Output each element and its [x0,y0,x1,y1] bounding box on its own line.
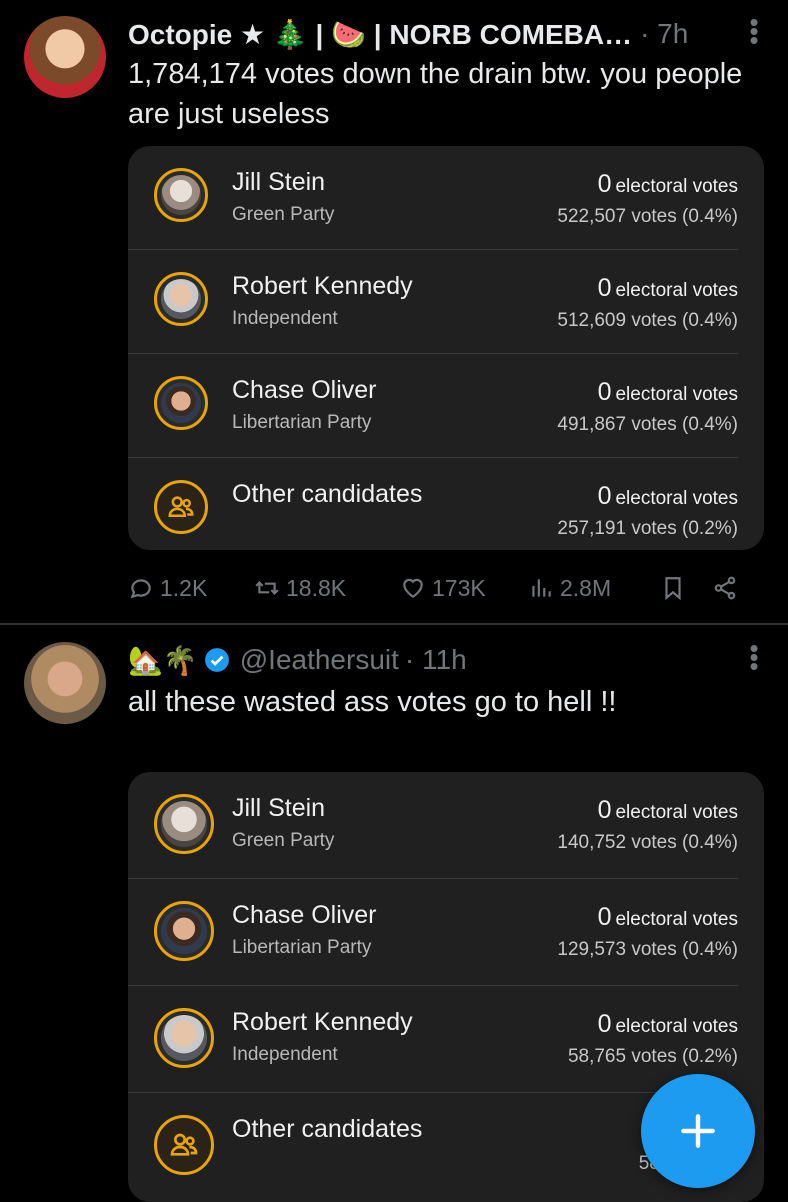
candidate-row: Jill Stein Green Party 0 electoral votes … [128,772,738,879]
candidate-name: Other candidates [232,1115,423,1143]
repost-icon [255,581,279,595]
candidate-name: Jill Stein [232,168,326,196]
electoral-votes: 0 electoral votes [597,170,738,198]
popular-votes: 522,507 votes (0.4%) [557,206,738,227]
reply-icon [130,579,151,599]
repost-count: 18.8K [286,574,347,601]
candidate-name: Jill Stein [232,794,326,822]
robert-kennedy-photo-icon [154,1008,214,1068]
compose-button[interactable] [641,1074,755,1188]
people-icon [154,480,208,534]
popular-votes: 491,867 votes (0.4%) [557,414,738,435]
candidate-row: Chase Oliver Libertarian Party 0 electora… [128,354,738,458]
candidate-name: Robert Kennedy [232,272,413,300]
bookmark-icon [665,577,681,601]
popular-votes: 58,765 votes (0.2%) [567,1046,738,1067]
tweet-time[interactable]: · 7h [640,18,688,50]
electoral-votes: 0 electoral votes [597,1010,738,1038]
jill-stein-photo-icon [154,168,208,222]
popular-votes: 512,609 votes (0.4%) [557,310,738,331]
views-icon [532,579,551,597]
author-avatar[interactable] [24,642,106,724]
tweet-divider [0,623,788,625]
repost-button[interactable]: 18.8K [254,575,400,602]
tweet-header: Octopie ★ 🎄 | 🍉 | NORB COMEBA… · 7h [128,14,688,54]
election-results-card[interactable]: Jill Stein Green Party 0 electoral votes … [128,146,764,550]
views-count: 2.8M [560,574,612,601]
author-name[interactable]: Octopie ★ 🎄 | 🍉 | NORB COMEBA… [128,18,632,51]
author-name[interactable]: 🏡🌴 [128,644,198,677]
tweet-text: all these wasted ass votes go to hell !! [128,686,617,718]
verified-badge-icon [204,648,229,672]
candidate-party: Independent [232,1044,338,1065]
popular-votes: 257,191 votes (0.2%) [557,518,738,539]
plus-icon [681,1114,715,1148]
candidate-party: Libertarian Party [232,937,372,958]
electoral-votes: 0 electoral votes [597,274,738,302]
popular-votes: 140,752 votes (0.4%) [557,832,738,853]
views-button[interactable]: 2.8M [528,575,660,602]
candidate-party: Independent [232,308,338,329]
more-options-icon[interactable]: • • • [748,635,758,679]
tweet-text: 1,784,174 votes down the drain btw. you … [128,58,743,130]
popular-votes: 129,573 votes (0.4%) [557,939,738,960]
jill-stein-photo-icon [154,794,214,854]
like-count: 173K [432,574,486,601]
reply-count: 1.2K [160,574,208,601]
electoral-votes: 0 electoral votes [597,903,738,931]
candidate-party: Green Party [232,830,335,851]
candidate-row: Chase Oliver Libertarian Party 0 electora… [128,879,738,986]
electoral-votes: 0 electoral votes [597,796,738,824]
robert-kennedy-photo-icon [154,272,208,326]
author-avatar[interactable] [24,16,106,98]
tweet-header: 🏡🌴 @Ieathersuit · 11h [128,640,467,680]
candidate-row: Robert Kennedy Independent 0 electoral vo… [128,250,738,354]
reply-button[interactable]: 1.2K [128,575,254,602]
author-handle[interactable]: @Ieathersuit [240,644,399,676]
candidate-party: Libertarian Party [232,412,372,433]
candidate-row: Robert Kennedy Independent 0 electoral vo… [128,986,738,1093]
tweet-actions: 1.2K 18.8K 173K 2.8M [128,568,758,608]
candidate-row: Other candidates 0 electoral votes 257,19… [128,458,738,550]
electoral-votes: 0 electoral votes [597,482,738,510]
share-button[interactable] [712,575,738,601]
people-icon [154,1115,214,1175]
chase-oliver-photo-icon [154,376,208,430]
tweet-time[interactable]: · 11h [405,644,467,676]
candidate-row: Jill Stein Green Party 0 electoral votes … [128,146,738,250]
bookmark-button[interactable] [660,575,712,601]
candidate-name: Other candidates [232,480,423,508]
tweet[interactable]: Octopie ★ 🎄 | 🍉 | NORB COMEBA… · 7h • • • … [0,0,788,624]
candidate-name: Robert Kennedy [232,1008,413,1036]
electoral-votes: 0 electoral votes [597,378,738,406]
like-button[interactable]: 173K [400,575,528,602]
heart-icon [403,578,423,598]
candidate-party: Green Party [232,204,335,225]
candidate-name: Chase Oliver [232,376,377,404]
candidate-name: Chase Oliver [232,901,377,929]
more-options-icon[interactable]: • • • [748,9,758,53]
chase-oliver-photo-icon [154,901,214,961]
share-icon [714,576,736,600]
